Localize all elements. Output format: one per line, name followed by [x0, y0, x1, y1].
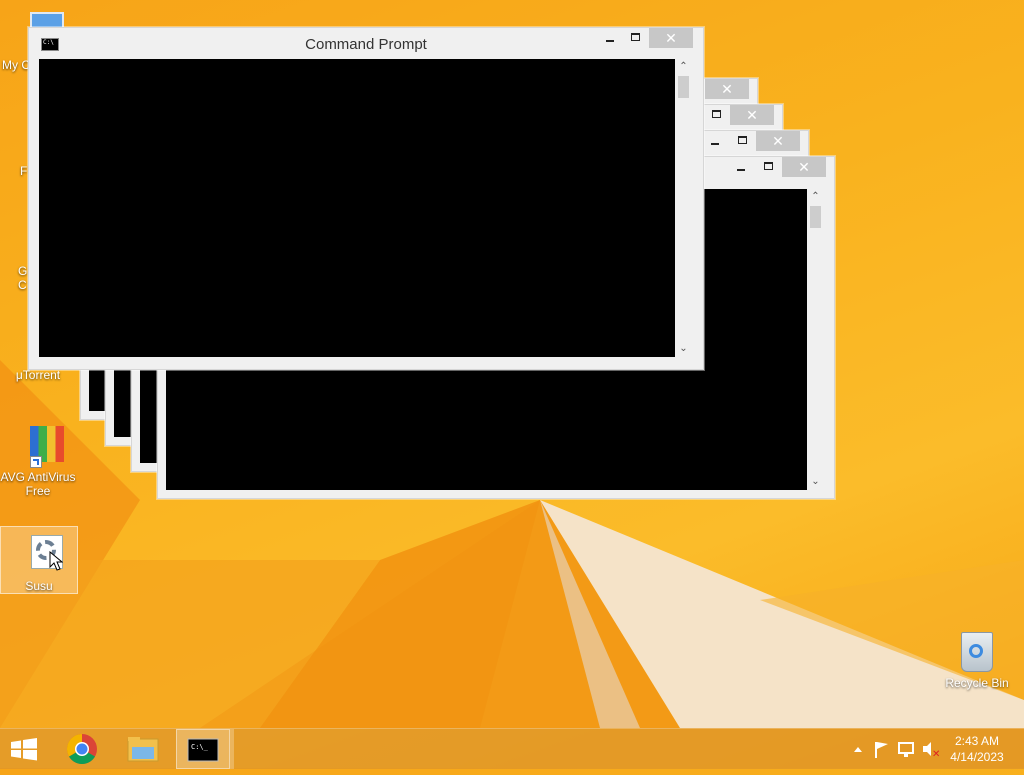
- mouse-cursor-icon: [49, 551, 63, 571]
- clock-date: 4/14/2023: [950, 750, 1004, 764]
- console-area[interactable]: [39, 59, 675, 357]
- show-hidden-icons-icon[interactable]: [854, 747, 862, 752]
- start-button[interactable]: [0, 729, 48, 769]
- scroll-down-arrow-icon[interactable]: ⌄: [807, 474, 824, 490]
- minimize-button[interactable]: [702, 131, 728, 151]
- svg-text:C:\_: C:\_: [191, 743, 209, 751]
- close-button[interactable]: ✕: [705, 79, 749, 99]
- system-tray: ✕: [848, 729, 948, 769]
- taskbar-chrome[interactable]: [56, 729, 108, 769]
- taskbar-command-prompt[interactable]: C:\_: [176, 729, 230, 769]
- maximize-button[interactable]: [756, 157, 782, 177]
- desktop-icon-label: Recycle Bin: [945, 676, 1009, 690]
- shortcut-arrow-icon: [30, 456, 42, 468]
- scroll-up-arrow-icon[interactable]: ⌃: [675, 59, 692, 75]
- close-button[interactable]: ✕: [756, 131, 800, 151]
- taskbar-stack-edge: [230, 729, 234, 769]
- maximize-button[interactable]: [704, 105, 730, 125]
- network-icon[interactable]: [898, 742, 914, 757]
- taskbar-file-explorer[interactable]: [116, 729, 168, 769]
- avg-icon: [16, 424, 64, 468]
- close-button[interactable]: ✕: [782, 157, 826, 177]
- clock-time: 2:43 AM: [954, 734, 1000, 748]
- maximize-button[interactable]: [730, 131, 756, 151]
- desktop-icon-susu[interactable]: Susu: [0, 526, 78, 594]
- minimize-button[interactable]: [597, 28, 623, 48]
- desktop-icon-avg-antivirus[interactable]: AVG AntiVirus Free: [0, 424, 76, 498]
- desktop-icon-label: Susu: [25, 579, 53, 593]
- minimize-button[interactable]: [728, 157, 754, 177]
- recycle-bin-icon: [955, 630, 999, 674]
- title-bar[interactable]: Command Prompt ✕: [29, 28, 703, 58]
- folder-icon: [127, 737, 159, 762]
- desktop-icon-label: μTorrent: [15, 368, 61, 382]
- close-button[interactable]: ✕: [730, 105, 774, 125]
- desktop-icon-recycle-bin[interactable]: Recycle Bin: [940, 630, 1014, 690]
- settings-file-icon: [17, 533, 63, 577]
- scroll-up-arrow-icon[interactable]: ⌃: [807, 189, 824, 205]
- desktop-icon-label: AVG AntiVirus Free: [0, 470, 76, 498]
- scroll-thumb[interactable]: [810, 206, 821, 228]
- desktop: My C F G C μTorrent AVG AntiVirus Free S…: [0, 0, 1024, 728]
- action-center-flag-icon[interactable]: [875, 742, 888, 758]
- vertical-scrollbar[interactable]: ⌃ ⌄: [807, 189, 824, 490]
- windows-logo-icon: [11, 738, 37, 761]
- taskbar: C:\_ ✕ 2:43 AM 4/14/2023: [0, 728, 1024, 769]
- maximize-button[interactable]: [623, 28, 649, 48]
- cmd-icon: C:\_: [187, 738, 219, 762]
- scroll-thumb[interactable]: [678, 76, 689, 98]
- vertical-scrollbar[interactable]: ⌃ ⌄: [675, 59, 692, 357]
- chrome-icon: [66, 734, 97, 765]
- volume-muted-icon[interactable]: ✕: [923, 742, 940, 760]
- clock[interactable]: 2:43 AM 4/14/2023: [942, 733, 1012, 765]
- svg-text:✕: ✕: [932, 749, 940, 760]
- close-button[interactable]: ✕: [649, 28, 693, 48]
- cmd-window-front[interactable]: Command Prompt ✕ ⌃ ⌄: [28, 27, 704, 370]
- scroll-down-arrow-icon[interactable]: ⌄: [675, 341, 692, 357]
